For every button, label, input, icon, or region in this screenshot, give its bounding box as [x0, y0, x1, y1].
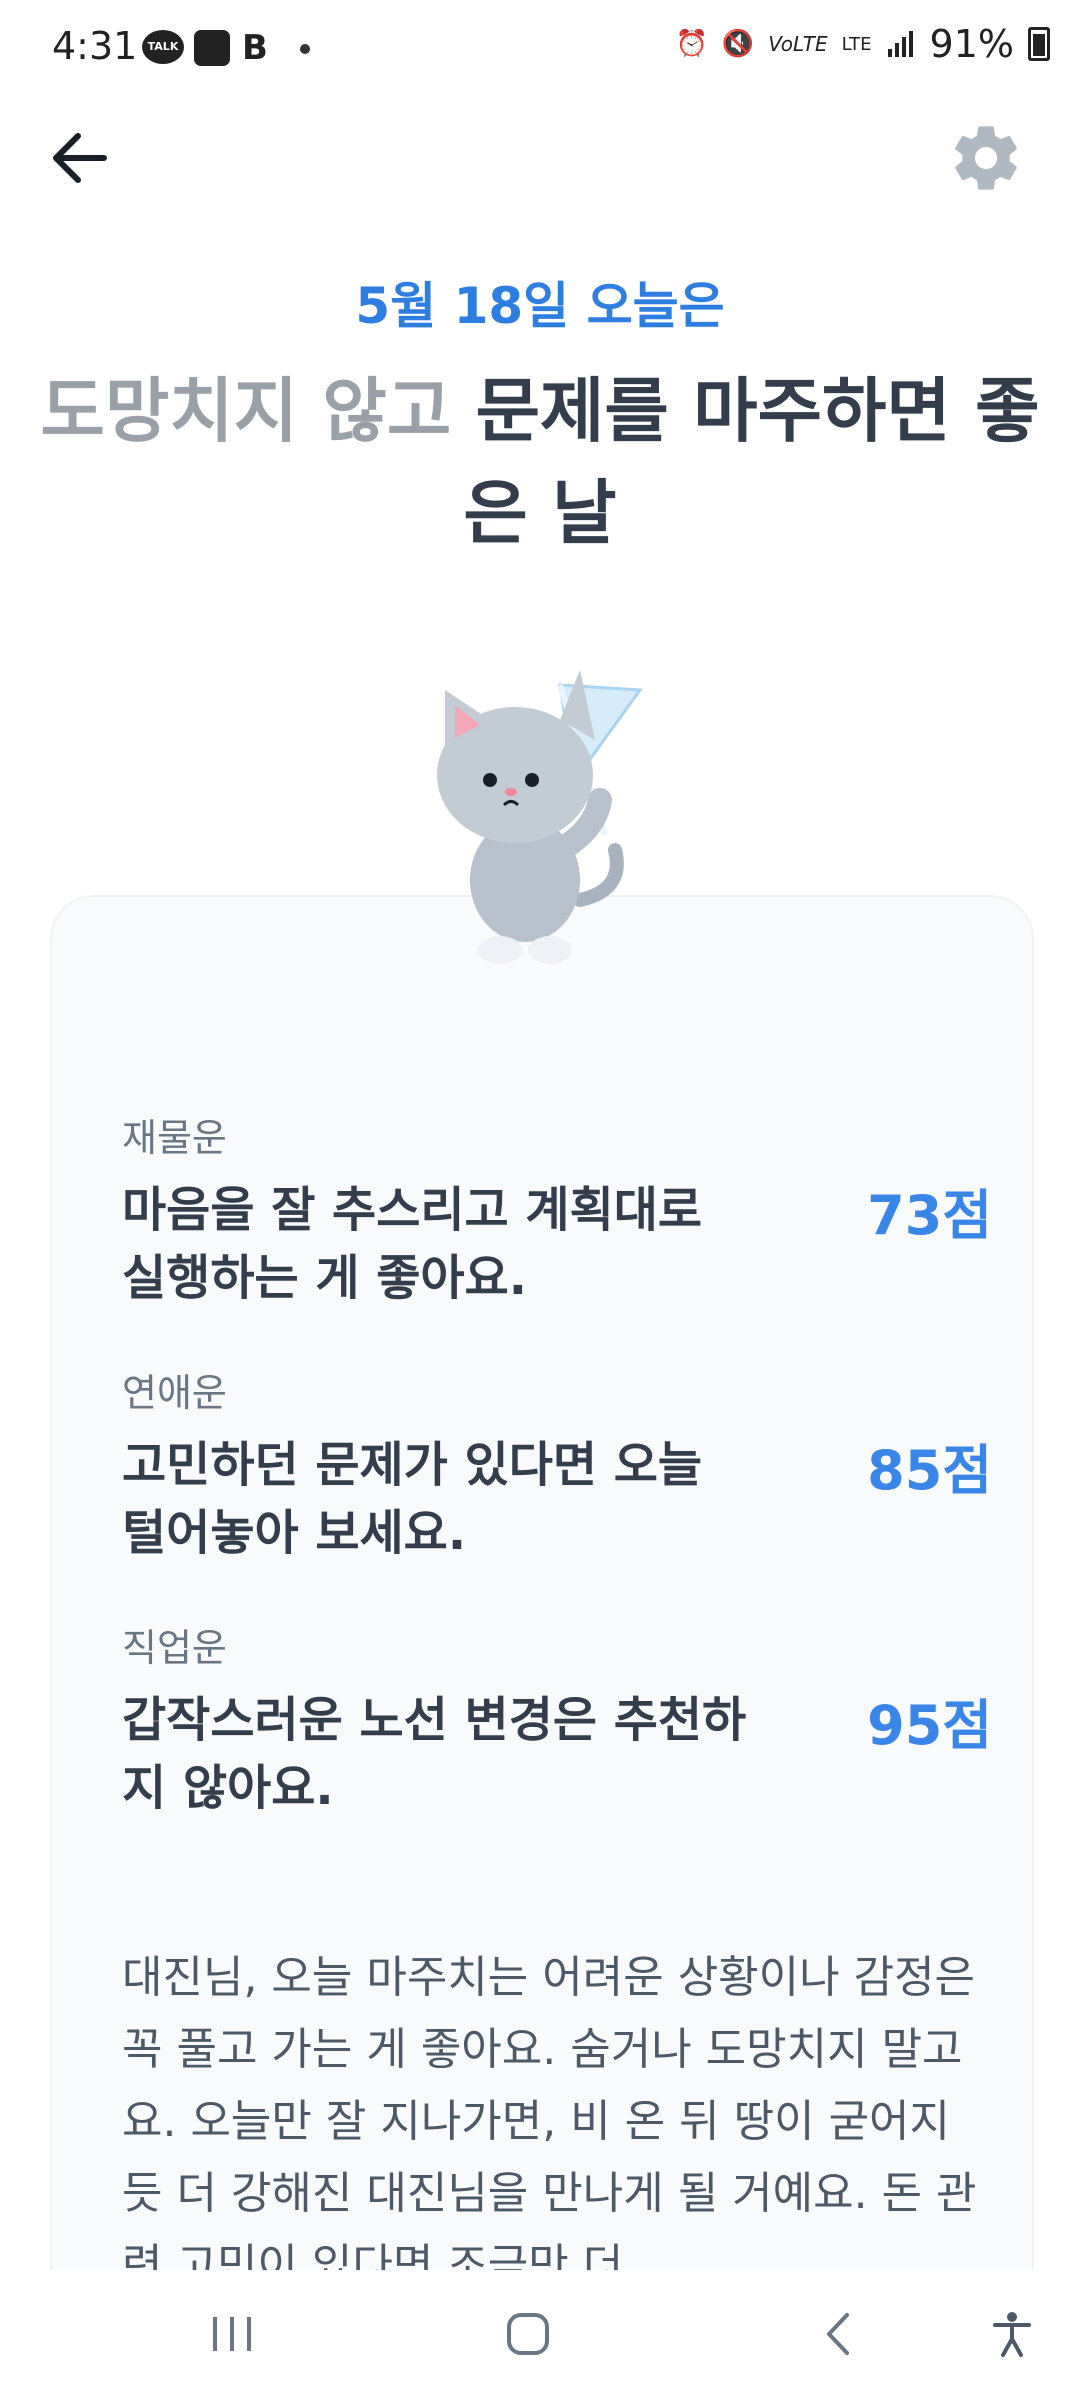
- battery-percent: 91%: [929, 22, 1014, 66]
- cat-mascot-image: [437, 670, 643, 964]
- b-icon: B: [242, 28, 268, 68]
- home-button[interactable]: [478, 2294, 578, 2374]
- home-icon: [507, 2313, 549, 2355]
- fortune-description: 마음을 잘 추스리고 계획대로 실행하는 게 좋아요.: [122, 1182, 703, 1306]
- signal-icon: [887, 31, 913, 57]
- status-time: 4:31: [52, 24, 138, 68]
- recent-apps-icon: [213, 2317, 251, 2351]
- lte-icon: LTE: [841, 33, 872, 55]
- battery-icon: [1028, 27, 1050, 61]
- recent-apps-button[interactable]: [182, 2294, 282, 2374]
- fortune-item-career: 직업운 갑작스러운 노선 변경은 추천하지 않아요. 95점: [122, 1617, 992, 1822]
- fortune-score: 73점: [867, 1184, 992, 1247]
- fortune-description: 갑작스러운 노선 변경은 추천하지 않아요.: [122, 1692, 747, 1816]
- fortune-score: 85점: [867, 1439, 992, 1502]
- status-icons-right: ⏰ 🔇 VoLTE LTE 91%: [675, 22, 1050, 66]
- fortune-item-wealth: 재물운 마음을 잘 추스리고 계획대로 실행하는 게 좋아요. 73점: [122, 1107, 992, 1312]
- volte-icon: VoLTE: [768, 32, 828, 56]
- arrow-left-icon: [53, 133, 107, 183]
- fortune-label: 재물운: [122, 1116, 227, 1160]
- back-icon: [827, 2313, 849, 2355]
- headline-main: 문제를 마주하면 좋은 날: [463, 370, 1040, 554]
- date-title: 5월 18일 오늘은: [355, 277, 725, 335]
- app-icon: [194, 30, 230, 66]
- dot-icon: [300, 44, 310, 54]
- fortune-card: 재물운 마음을 잘 추스리고 계획대로 실행하는 게 좋아요. 73점 연애운 …: [50, 895, 1034, 2329]
- alarm-icon: ⏰: [675, 29, 708, 59]
- settings-button[interactable]: [948, 120, 1024, 196]
- fortune-description: 고민하던 문제가 있다면 오늘 털어놓아 보세요.: [122, 1437, 703, 1561]
- fortune-label: 직업운: [122, 1626, 227, 1670]
- accessibility-button[interactable]: [962, 2294, 1062, 2374]
- mute-icon: 🔇: [721, 29, 755, 59]
- fortune-label: 연애운: [122, 1371, 227, 1415]
- accessibility-icon: [993, 2312, 1031, 2357]
- fortune-summary: 대진님, 오늘 마주치는 어려운 상황이나 감정은 꼭 풀고 가는 게 좋아요.…: [122, 1952, 977, 2291]
- fortune-item-love: 연애운 고민하던 문제가 있다면 오늘 털어놓아 보세요. 85점: [122, 1362, 992, 1567]
- talk-icon: TALK: [142, 30, 184, 64]
- fortune-score: 95점: [867, 1694, 992, 1757]
- fortune-headline: 도망치지 않고 문제를 마주하면 좋은 날: [40, 360, 1040, 564]
- headline-faded: 도망치지 않고: [40, 370, 476, 452]
- gear-icon: [955, 126, 1017, 190]
- back-button[interactable]: [44, 120, 120, 196]
- status-bar: 4:31 TALK B ⏰ 🔇 VoLTE LTE 91%: [0, 0, 1080, 100]
- system-nav-bar: [0, 2270, 1080, 2400]
- nav-back-button[interactable]: [790, 2294, 890, 2374]
